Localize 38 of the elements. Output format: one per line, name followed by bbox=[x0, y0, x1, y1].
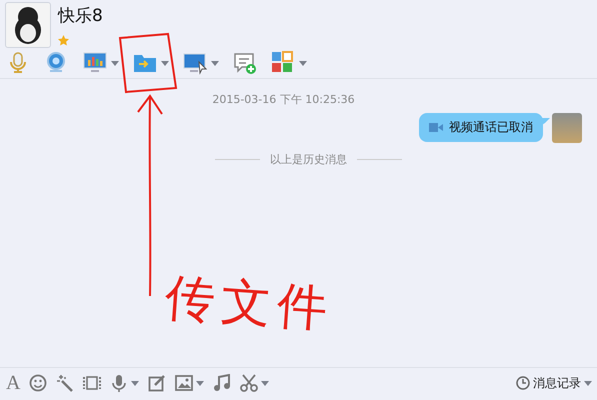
font-button[interactable]: A bbox=[6, 373, 20, 393]
caret-icon bbox=[196, 380, 204, 386]
caret-icon bbox=[211, 60, 219, 66]
caret-icon bbox=[131, 380, 140, 386]
microphone-button[interactable] bbox=[110, 374, 140, 392]
message-history-button[interactable]: 消息记录 bbox=[516, 374, 592, 392]
edit-button[interactable] bbox=[148, 374, 166, 392]
contact-name: 快乐8 bbox=[58, 5, 103, 27]
caret-icon bbox=[111, 60, 119, 66]
monitor-cursor-icon bbox=[183, 51, 207, 75]
caret-icon bbox=[261, 380, 270, 386]
magic-wand-icon bbox=[56, 374, 74, 392]
chart-monitor-icon bbox=[83, 51, 107, 75]
clock-icon bbox=[516, 376, 530, 390]
user-silhouette-icon bbox=[12, 6, 44, 44]
image-button[interactable] bbox=[175, 374, 204, 392]
handwritten-annotation: 传文件 bbox=[162, 267, 336, 340]
history-divider-label: 以上是历史消息 bbox=[270, 152, 347, 167]
contact-avatar[interactable] bbox=[5, 2, 51, 48]
microphone-icon bbox=[110, 374, 128, 392]
music-note-button[interactable] bbox=[213, 374, 232, 392]
caret-icon bbox=[299, 60, 307, 66]
caret-icon bbox=[584, 380, 592, 386]
chat-add-icon bbox=[233, 51, 257, 75]
caret-icon bbox=[161, 60, 169, 66]
film-frame-icon bbox=[83, 374, 102, 392]
app-grid-icon bbox=[271, 51, 295, 75]
image-icon bbox=[175, 374, 194, 392]
message-timestamp: 2015-03-16 下午 10:25:36 bbox=[212, 92, 355, 107]
magic-wand-button[interactable] bbox=[56, 374, 74, 392]
smiley-icon bbox=[29, 374, 48, 392]
scissors-icon bbox=[240, 374, 258, 392]
video-camera-icon bbox=[429, 123, 443, 132]
edit-icon bbox=[148, 374, 166, 392]
scissors-button[interactable] bbox=[240, 374, 270, 392]
music-note-icon bbox=[213, 374, 232, 392]
smiley-button[interactable] bbox=[29, 374, 48, 392]
film-frame-button[interactable] bbox=[83, 374, 102, 392]
